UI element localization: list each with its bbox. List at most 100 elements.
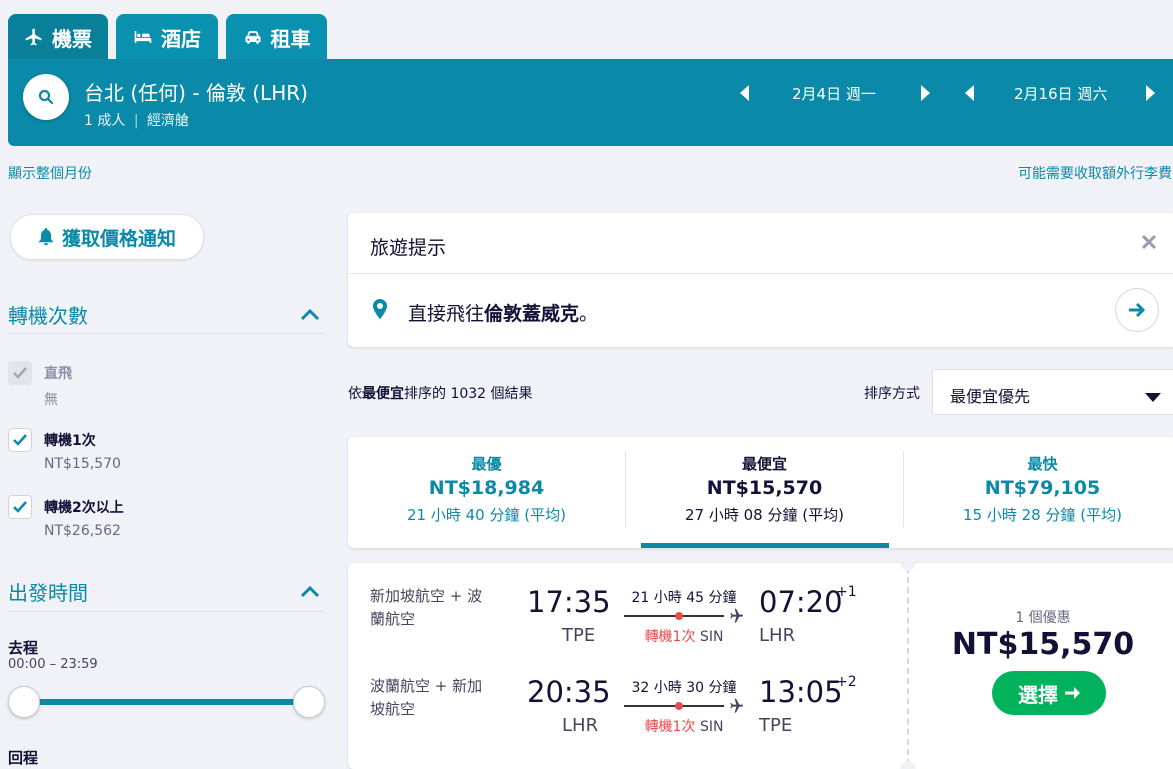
route-title[interactable]: 台北 (任何) - 倫敦 (LHR): [84, 77, 308, 106]
direct-checkbox[interactable]: [8, 361, 32, 385]
tip-text-suffix: 。: [579, 303, 599, 325]
location-pin-icon: [372, 299, 388, 319]
tab-hotels-label: 酒店: [161, 26, 201, 51]
summary-cheapest-label: 最便宜: [741, 455, 787, 473]
leg2-stop-dot: [675, 702, 683, 710]
leg2-arrive-code: TPE: [759, 715, 793, 736]
summary-fastest-label: 最快: [1027, 455, 1058, 473]
summary-fastest-duration: 15 小時 28 分鐘 (平均): [963, 506, 1122, 524]
outbound-time-slider-track[interactable]: [24, 699, 308, 705]
arrow-right-icon: [1129, 302, 1146, 318]
caret-left-icon: [965, 85, 974, 101]
cabin-text: 經濟艙: [146, 113, 189, 129]
tip-text-prefix: 直接飛往: [408, 303, 485, 325]
travel-tip-card: 旅遊提示 直接飛往倫敦蓋威克。: [348, 213, 1173, 347]
baggage-fee-link[interactable]: 可能需要收取額外行李費: [1018, 163, 1172, 183]
plane-icon: [727, 608, 745, 624]
result-count: 依最便宜排序的 1032 個結果: [348, 383, 533, 403]
price-alert-button[interactable]: 獲取價格通知: [10, 214, 204, 260]
leg1-stops-count: 轉機1次: [644, 629, 696, 645]
return-prev-button[interactable]: [964, 85, 976, 101]
chevron-up-icon: [300, 585, 320, 598]
leg2-route-line: [624, 705, 724, 707]
outbound-slider-end-handle[interactable]: [293, 686, 325, 718]
depart-date[interactable]: 2月4日 週一: [792, 83, 876, 104]
two-plus-stops-label: 轉機2次以上: [44, 500, 124, 516]
depart-prev-button[interactable]: [739, 85, 751, 101]
check-icon: [13, 434, 27, 446]
leg1-arrive-code: LHR: [759, 625, 796, 646]
summary-fastest-tab[interactable]: 最快 NT$79,105 15 小時 28 分鐘 (平均): [904, 437, 1173, 548]
price-alert-label: 獲取價格通知: [61, 227, 176, 250]
leg2-depart-time: 20:35: [527, 675, 611, 709]
caret-right-icon: [1146, 85, 1155, 101]
outbound-slider-start-handle[interactable]: [8, 686, 40, 718]
summary-best-tab[interactable]: 最優 NT$18,984 21 小時 40 分鐘 (平均): [348, 437, 625, 548]
leg1-stops: 轉機1次 SIN: [624, 626, 744, 646]
summary-cheapest-price: NT$15,570: [706, 477, 823, 499]
summary-cheapest-tab[interactable]: 最便宜 NT$15,570 27 小時 08 分鐘 (平均): [626, 437, 903, 548]
return-next-button[interactable]: [1144, 85, 1156, 101]
depart-next-button[interactable]: [919, 85, 931, 101]
departure-time-section-title[interactable]: 出發時間: [8, 577, 88, 606]
car-icon: [245, 31, 260, 44]
travel-tip-title: 旅遊提示: [370, 237, 447, 259]
stops-collapse-toggle[interactable]: [300, 306, 320, 321]
travel-tip-text: 直接飛往倫敦蓋威克。: [408, 299, 598, 326]
summary-best-price: NT$18,984: [428, 477, 545, 499]
close-tip-button[interactable]: [1140, 233, 1158, 251]
leg2-day-offset: +2: [836, 674, 857, 690]
close-icon: [1141, 234, 1157, 250]
arrow-right-icon: [1065, 687, 1080, 699]
tab-flights[interactable]: 機票: [8, 14, 108, 60]
section-divider: [8, 333, 324, 334]
direct-price: 無: [44, 392, 58, 408]
leg1-depart-time: 17:35: [527, 585, 611, 619]
search-icon: [38, 89, 54, 105]
leg2-duration: 32 小時 30 分鐘: [631, 680, 737, 696]
outbound-range: 00:00 – 23:59: [8, 657, 98, 672]
check-icon: [13, 367, 27, 379]
leg2-airline: 波蘭航空 + 新加坡航空: [370, 677, 483, 718]
direct-label: 直飛: [44, 366, 72, 382]
stops-section-title[interactable]: 轉機次數: [8, 300, 88, 329]
passengers-text: 1 成人: [84, 113, 126, 129]
leg2-depart-code: LHR: [562, 715, 599, 736]
deals-count: 1 個優惠: [1015, 610, 1071, 626]
search-summary-bar: 台北 (任何) - 倫敦 (LHR) 1 成人 | 經濟艙 2月4日 週一 2月…: [8, 59, 1173, 146]
show-whole-month-link[interactable]: 顯示整個月份: [8, 163, 92, 183]
tab-flights-label: 機票: [52, 26, 92, 51]
two-plus-stops-checkbox[interactable]: [8, 495, 32, 519]
one-stop-label: 轉機1次: [44, 433, 96, 449]
check-icon: [13, 501, 27, 513]
card-notch: [900, 761, 916, 769]
bed-icon: [134, 31, 152, 43]
caret-left-icon: [740, 85, 749, 101]
search-button[interactable]: [23, 74, 69, 120]
leg1-stop-code: SIN: [699, 629, 724, 645]
summary-best-duration: 21 小時 40 分鐘 (平均): [407, 506, 566, 524]
leg2-stop-code: SIN: [699, 719, 724, 735]
one-stop-checkbox[interactable]: [8, 428, 32, 452]
sort-summary-tabs: 最優 NT$18,984 21 小時 40 分鐘 (平均) 最便宜 NT$15,…: [348, 437, 1173, 548]
card-notch: [900, 563, 916, 571]
sort-select[interactable]: 最便宜優先: [932, 369, 1173, 415]
leg2-stops-count: 轉機1次: [644, 719, 696, 735]
result-count-suffix: 排序的 1032 個結果: [404, 386, 533, 402]
leg1-airline: 新加坡航空 + 波蘭航空: [370, 587, 483, 628]
departure-time-collapse-toggle[interactable]: [300, 583, 320, 598]
flight-result-card[interactable]: 新加坡航空 + 波蘭航空 17:35 TPE 21 小時 45 分鐘 轉機1次 …: [348, 563, 1173, 769]
select-flight-button[interactable]: 選擇: [992, 671, 1106, 715]
tip-go-button[interactable]: [1115, 288, 1159, 332]
tab-hotels[interactable]: 酒店: [116, 14, 218, 60]
plane-icon: [25, 28, 42, 46]
return-date[interactable]: 2月16日 週六: [1014, 83, 1107, 104]
summary-cheapest-duration: 27 小時 08 分鐘 (平均): [685, 506, 844, 524]
sort-value: 最便宜優先: [950, 387, 1031, 406]
leg2-arrive-time: 13:05: [759, 675, 843, 709]
two-plus-stops-price: NT$26,562: [44, 523, 121, 539]
tab-car-rental[interactable]: 租車: [226, 14, 327, 60]
one-stop-price: NT$15,570: [44, 456, 121, 472]
bell-icon: [38, 228, 53, 246]
section-divider: [8, 611, 324, 612]
